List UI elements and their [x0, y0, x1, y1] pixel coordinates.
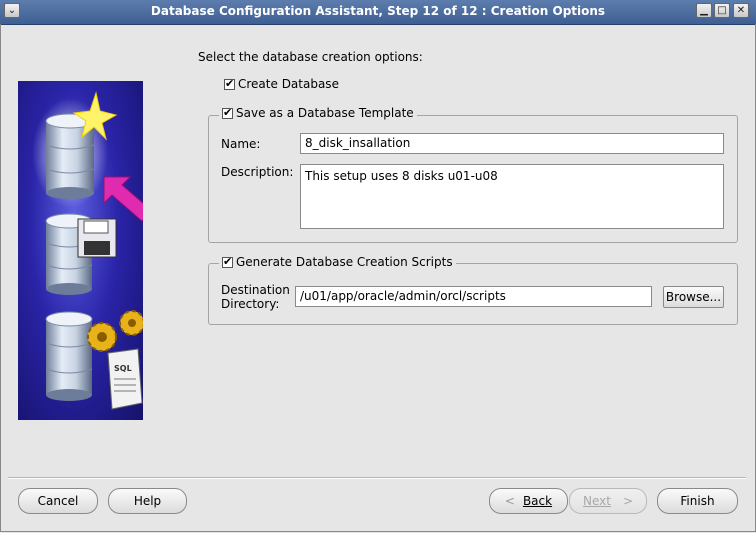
destination-directory-label: Destination Directory: — [221, 283, 290, 311]
floppy-disk-icon — [77, 218, 117, 258]
description-label: Description: — [221, 165, 294, 179]
title-bar[interactable]: ⌄ Database Configuration Assistant, Step… — [0, 0, 756, 25]
back-button[interactable]: < Back — [489, 488, 568, 514]
browse-button[interactable]: Browse... — [663, 286, 724, 308]
next-button-label: Next — [582, 494, 611, 508]
name-label: Name: — [221, 137, 261, 151]
destination-directory-input[interactable]: /u01/app/oracle/admin/orcl/scripts — [295, 286, 652, 307]
sql-label: SQL — [114, 364, 132, 373]
template-group-legend: Save as a Database Template — [219, 106, 417, 120]
chevron-left-icon: < — [504, 494, 515, 508]
save-template-checkbox[interactable] — [222, 106, 233, 119]
maximize-icon[interactable]: □ — [714, 3, 730, 18]
scripts-group-legend: Generate Database Creation Scripts — [219, 255, 456, 269]
generate-scripts-checkbox[interactable] — [222, 255, 233, 268]
finish-button[interactable]: Finish — [657, 488, 738, 514]
cancel-button[interactable]: Cancel — [18, 488, 98, 514]
template-name-input[interactable]: 8_disk_insallation — [300, 133, 724, 154]
sql-scroll-icon: SQL — [107, 348, 143, 410]
database-icon — [45, 311, 93, 401]
window-title: Database Configuration Assistant, Step 1… — [150, 4, 606, 18]
save-template-label[interactable]: Save as a Database Template — [236, 106, 414, 120]
generate-scripts-label[interactable]: Generate Database Creation Scripts — [236, 255, 453, 269]
back-button-label: Back — [522, 494, 553, 508]
wizard-illustration: SQL — [18, 81, 153, 420]
database-illustration: SQL — [32, 91, 153, 410]
create-database-label[interactable]: Create Database — [238, 77, 339, 91]
minimize-icon[interactable]: ▁ — [696, 3, 712, 18]
destination-label-line2: Directory: — [221, 297, 280, 311]
create-database-checkbox[interactable] — [224, 77, 235, 90]
instruction-text: Select the database creation options: — [198, 50, 423, 64]
template-description-textarea[interactable]: This setup uses 8 disks u01-u08 — [300, 164, 724, 229]
gear-icon — [87, 310, 145, 352]
help-button[interactable]: Help — [108, 488, 187, 514]
chevron-right-icon: > — [622, 494, 634, 508]
arrow-icon — [103, 176, 153, 222]
destination-label-line1: Destination — [221, 283, 290, 297]
close-icon[interactable]: ✕ — [733, 3, 749, 18]
footer-separator — [8, 477, 746, 479]
next-button[interactable]: Next > — [569, 488, 647, 514]
